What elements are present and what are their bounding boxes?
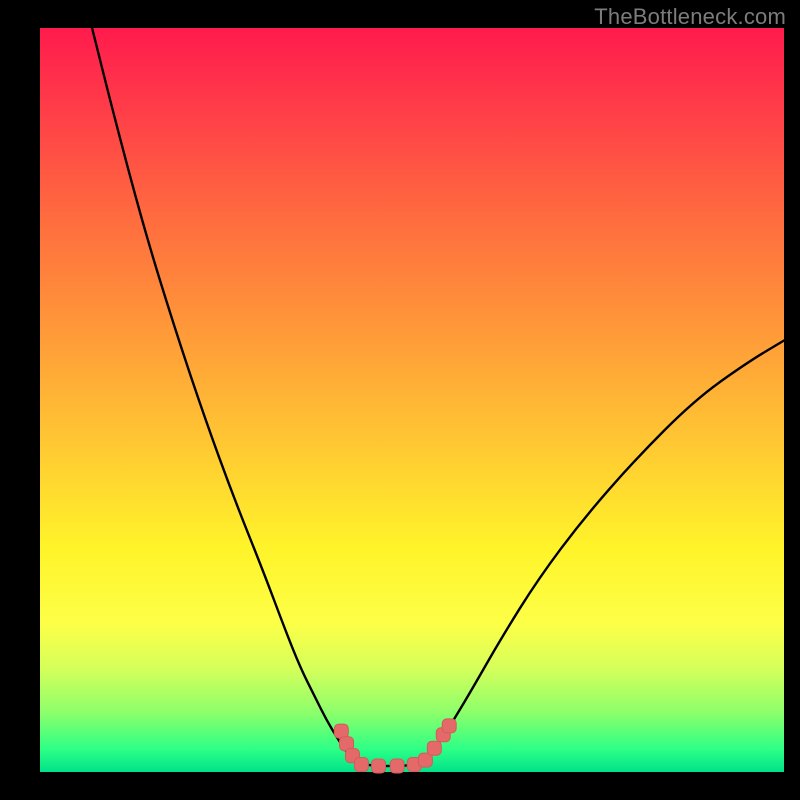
- valley-marker: [354, 758, 368, 772]
- valley-marker: [372, 759, 386, 773]
- plot-area: [40, 28, 784, 772]
- watermark-text: TheBottleneck.com: [594, 4, 786, 30]
- curve-layer: [40, 28, 784, 772]
- v-curve: [92, 28, 784, 766]
- valley-marker: [334, 724, 348, 738]
- chart-frame: TheBottleneck.com: [0, 0, 800, 800]
- valley-marker: [427, 741, 441, 755]
- valley-marker: [390, 759, 404, 773]
- valley-marker: [442, 719, 456, 733]
- valley-markers: [334, 719, 456, 773]
